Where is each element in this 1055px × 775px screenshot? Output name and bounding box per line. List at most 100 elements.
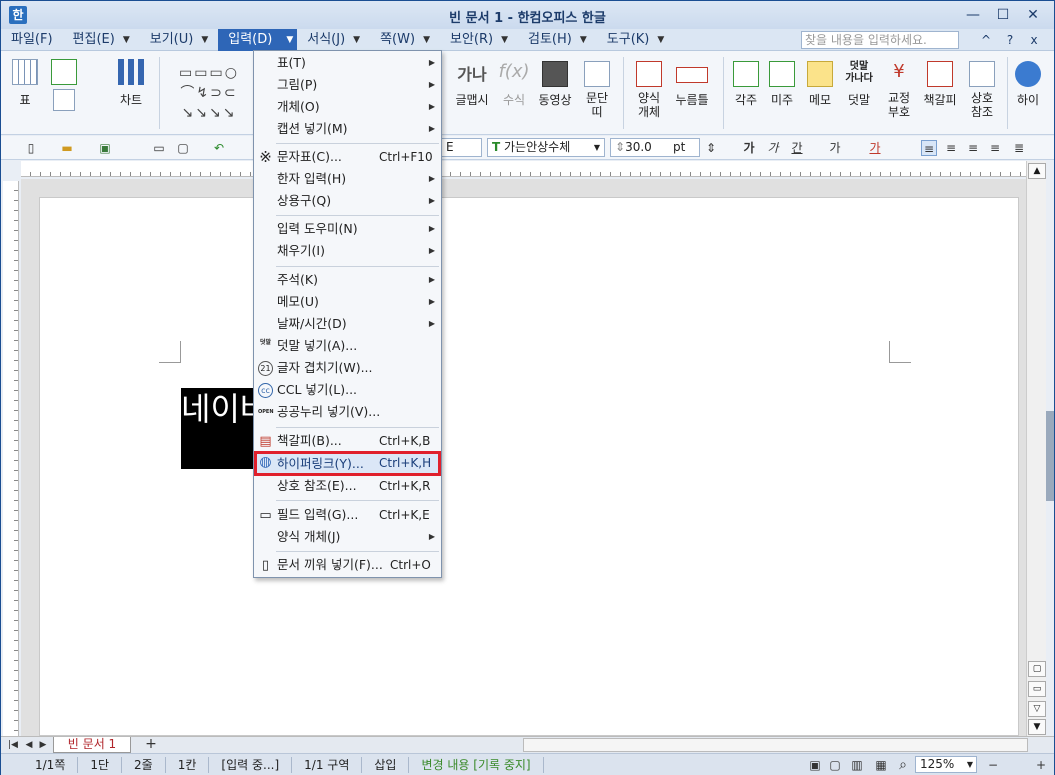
save-icon[interactable]: ▣ [97, 140, 113, 156]
bookmark-ribbon-button[interactable]: 책갈피 [919, 61, 961, 108]
menu-review[interactable]: 검토(H) ▼ [518, 29, 597, 51]
menu-item-cross-reference[interactable]: 상호 참조(E)... Ctrl+K,R [254, 475, 441, 497]
minimize-button[interactable]: — [958, 4, 988, 26]
menu-item-char-map[interactable]: ※ 문자표(C)... Ctrl+F10 [254, 146, 441, 168]
zoom-icon[interactable]: ⌕ [895, 757, 911, 773]
chevron-down-icon[interactable]: ▼ [353, 29, 360, 51]
chevron-down-icon[interactable]: ▼ [580, 29, 587, 51]
chevron-down-icon[interactable]: ▼ [967, 757, 973, 772]
menu-item-picture[interactable]: 그림(P) ▶ [254, 74, 441, 96]
print-icon[interactable]: ▭ [151, 140, 167, 156]
collapse-ribbon-icon[interactable]: ^ [974, 29, 998, 51]
video-button[interactable]: 동영상 [535, 61, 575, 108]
menu-input-dropdown[interactable]: ▼ [282, 28, 298, 51]
menu-edit[interactable]: 편집(E) ▼ [63, 29, 140, 51]
help-icon[interactable]: ? [998, 29, 1022, 51]
italic-icon[interactable]: 가 [765, 140, 781, 156]
view-two-page-icon[interactable]: ▥ [849, 757, 865, 773]
underline-icon[interactable]: 간 [789, 140, 805, 156]
menu-item-input-helper[interactable]: 입력 도우미(N) ▶ [254, 218, 441, 240]
tab-document-1[interactable]: 빈 문서 1 [53, 737, 131, 753]
chevron-down-icon[interactable]: ▼ [594, 139, 600, 156]
menu-item-kogl[interactable]: OPEN 공공누리 넣기(V)... [254, 401, 441, 423]
maximize-button[interactable]: ☐ [988, 4, 1018, 26]
menu-item-object[interactable]: 개체(O) ▶ [254, 96, 441, 118]
menu-item-caption[interactable]: 캡션 넣기(M) ▶ [254, 118, 441, 140]
footnote-button[interactable]: 각주 [729, 61, 763, 108]
justify-icon[interactable]: ≡ [921, 140, 937, 156]
chevron-down-icon[interactable]: ▼ [123, 29, 130, 51]
view-multi-icon[interactable]: ▦ [873, 757, 889, 773]
document-text-block[interactable]: 네이버 [181, 388, 256, 469]
menu-file[interactable]: 파일(F) [1, 29, 63, 51]
menu-item-fill[interactable]: 채우기(I) ▶ [254, 240, 441, 262]
menu-item-hanja[interactable]: 한자 입력(H) ▶ [254, 168, 441, 190]
status-insert[interactable]: 삽입 [362, 756, 410, 773]
view-page-icon[interactable]: ▢ [827, 757, 843, 773]
menu-item-ccl[interactable]: cc CCL 넣기(L)... [254, 379, 441, 401]
cross-ref-ribbon-button[interactable]: 상호 참조 [963, 61, 1001, 119]
scroll-up-icon[interactable]: ▲ [1028, 163, 1046, 179]
menu-item-quick-text[interactable]: 상용구(Q) ▶ [254, 190, 441, 212]
status-track-changes[interactable]: 변경 내용 [기록 중지] [409, 756, 544, 773]
undo-icon[interactable]: ↶ [211, 140, 227, 156]
strike-icon[interactable]: 가 [827, 140, 843, 156]
chart-button[interactable]: 차트 [113, 59, 149, 108]
menu-item-insert-document[interactable]: ▯ 문서 끼워 넣기(F)... Ctrl+O [254, 554, 441, 576]
shapes-gallery[interactable]: ▭▭▭○ ⌒↯⊃⊂ ↘↘↘↘ [167, 63, 251, 123]
font-color-icon[interactable]: 가 [867, 140, 883, 156]
close-doc-icon[interactable]: x [1022, 29, 1046, 51]
menu-input[interactable]: 입력(D) [218, 28, 283, 51]
menu-item-bookmark[interactable]: ▤ 책갈피(B)... Ctrl+K,B [254, 430, 441, 452]
zoom-out-icon[interactable]: − [985, 757, 1001, 773]
menu-item-memo[interactable]: 메모(U) ▶ [254, 291, 441, 313]
ruby-button[interactable]: 덧말 가나다 덧말 [841, 61, 877, 108]
menu-item-table[interactable]: 표(T) ▶ [254, 52, 441, 74]
horizontal-scrollbar[interactable] [523, 738, 1028, 752]
side-panel-handle[interactable] [1046, 411, 1054, 501]
scroll-down-icon[interactable]: ▼ [1028, 719, 1046, 735]
align-left-icon[interactable]: ≡ [943, 140, 959, 156]
new-doc-icon[interactable]: ▯ [23, 140, 39, 156]
search-input[interactable]: 찾을 내용을 입력하세요. [801, 31, 959, 49]
tab-first-icon[interactable]: |◀ [5, 737, 21, 753]
align-right-icon[interactable]: ≡ [987, 140, 1003, 156]
chevron-down-icon[interactable]: ▼ [657, 29, 664, 51]
font-size-field[interactable]: ⇕30.0 pt [610, 138, 700, 157]
table-button[interactable]: 표 [7, 59, 43, 108]
bold-icon[interactable]: 가 [741, 140, 757, 156]
menu-item-field[interactable]: ▭ 필드 입력(G)... Ctrl+K,E [254, 504, 441, 526]
view-normal-icon[interactable]: ▣ [807, 757, 823, 773]
menu-item-form-object[interactable]: 양식 개체(J) ▶ [254, 526, 441, 548]
menu-view[interactable]: 보기(U) ▼ [140, 29, 219, 51]
equation-button[interactable]: f(x) 수식 [497, 61, 531, 108]
size-stepper-icon[interactable]: ⇕ [703, 140, 719, 156]
open-folder-icon[interactable]: ▬ [59, 140, 75, 156]
vertical-scrollbar[interactable]: ▲ ▢ ▭ ▽ ▼ [1026, 161, 1046, 736]
menu-item-char-overlap[interactable]: 21 글자 겹치기(W)... [254, 357, 441, 379]
hyperlink-ribbon-button[interactable]: 하이 [1013, 61, 1043, 108]
font-select[interactable]: T 가는안상수체 ▼ [487, 138, 605, 157]
proofreading-button[interactable]: ¥ 교정 부호 [881, 61, 917, 119]
menu-tools[interactable]: 도구(K) ▼ [597, 29, 675, 51]
next-page-icon[interactable]: ▽ [1028, 701, 1046, 717]
prev-page-icon[interactable]: ▢ [1028, 661, 1046, 677]
chevron-down-icon[interactable]: ▼ [501, 29, 508, 51]
preview-icon[interactable]: ▢ [175, 140, 191, 156]
chevron-down-icon[interactable]: ▼ [423, 29, 430, 51]
menu-page[interactable]: 쪽(W) ▼ [370, 29, 440, 51]
distribute-icon[interactable]: ≣ [1011, 140, 1027, 156]
zoom-in-icon[interactable]: + [1033, 757, 1049, 773]
wordart-button[interactable]: 가나 글맵시 [453, 61, 491, 108]
memo-button[interactable]: 메모 [803, 61, 837, 108]
menu-security[interactable]: 보안(R) ▼ [440, 29, 518, 51]
close-button[interactable]: ✕ [1018, 4, 1048, 26]
menu-item-annotation[interactable]: 주석(K) ▶ [254, 269, 441, 291]
tab-next-icon[interactable]: ▶ [35, 737, 51, 753]
vertical-ruler[interactable] [3, 181, 19, 736]
zoom-select[interactable]: 125% ▼ [915, 756, 977, 773]
page-view-icon[interactable]: ▭ [1028, 681, 1046, 697]
menu-item-hyperlink[interactable]: ◍ 하이퍼링크(Y)... Ctrl+K,H [254, 451, 441, 476]
form-object-button[interactable]: 양식 개체 [629, 61, 669, 119]
menu-item-datetime[interactable]: 날짜/시간(D) ▶ [254, 313, 441, 335]
